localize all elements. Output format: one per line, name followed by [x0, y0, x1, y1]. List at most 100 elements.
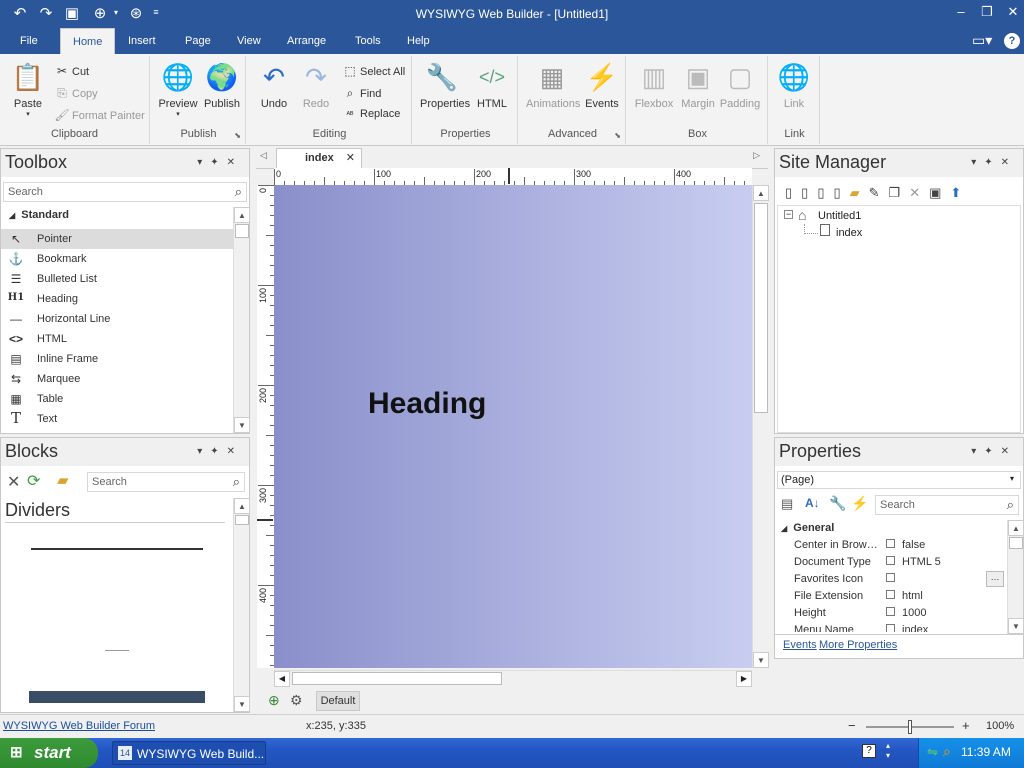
property-row[interactable]: File Extension html — [776, 588, 1006, 605]
page-canvas[interactable]: Heading — [274, 185, 752, 668]
dialog-launcher-icon[interactable]: ⬊ — [614, 131, 621, 140]
property-row[interactable]: Favorites Icon… — [776, 571, 1006, 588]
zoom-out-icon[interactable]: − — [848, 718, 856, 733]
blocks-scrollbar[interactable]: ▲ ▼ — [233, 498, 250, 712]
copy-button[interactable]: ⎘ Copy — [54, 86, 98, 101]
scroll-up-icon[interactable]: ▲ — [1008, 520, 1024, 536]
events-button[interactable]: ⚡ Events — [580, 60, 624, 110]
tab-scroll-left-icon[interactable]: ◁ — [260, 150, 267, 161]
toolbox-item-horizontal-line[interactable]: — Horizontal Line — [1, 309, 233, 329]
checkbox[interactable] — [886, 573, 895, 582]
properties-search-input[interactable]: Search ⌕ — [875, 495, 1019, 515]
animations-button[interactable]: ▦ Animations — [526, 60, 580, 110]
toolbox-item-inline-frame[interactable]: ▤ Inline Frame — [1, 349, 233, 369]
toolbox-item-marquee[interactable]: ⇆ Marquee — [1, 369, 233, 389]
minimize-icon[interactable]: – — [948, 4, 974, 19]
toolbox-item-pointer[interactable]: ↖ Pointer — [1, 229, 233, 249]
canvas-horizontal-scrollbar[interactable]: ◀ ▶ — [274, 670, 752, 687]
search-icon[interactable]: ⌕ — [233, 474, 240, 490]
zoom-slider-thumb[interactable] — [908, 720, 912, 734]
add-page-icon[interactable]: ⊕ — [268, 692, 280, 709]
events-link[interactable]: Events — [783, 639, 817, 651]
properties-button[interactable]: 🔧 Properties — [420, 60, 470, 110]
duplicate-page-icon[interactable]: ▯ — [817, 185, 833, 200]
heading-element[interactable]: Heading — [368, 387, 486, 421]
find-button[interactable]: ⌕ Find — [342, 86, 382, 101]
replace-button[interactable]: ᴬᴮ Replace — [342, 108, 401, 120]
undo-button[interactable]: ↶ Undo — [252, 60, 296, 110]
edit-page-icon[interactable]: ✎ — [869, 185, 889, 200]
scroll-thumb[interactable] — [235, 224, 249, 238]
flexbox-button[interactable]: ▥ Flexbox — [632, 60, 676, 110]
toolbox-item-text[interactable]: T Text — [1, 409, 233, 429]
scroll-down-icon[interactable]: ▼ — [753, 652, 769, 668]
close-tab-icon[interactable]: ✕ — [346, 151, 355, 164]
lightning-icon[interactable]: ⚡ — [851, 495, 868, 512]
help-icon[interactable]: ? — [1004, 33, 1020, 49]
html-button[interactable]: </> HTML — [470, 60, 514, 110]
delete-icon[interactable]: ✕ — [7, 472, 20, 492]
padding-button[interactable]: ▢ Padding — [718, 60, 762, 110]
taskbar-item-wysiwyg[interactable]: 14 WYSIWYG Web Build... — [112, 741, 266, 765]
object-selector[interactable]: (Page) ▾ — [777, 471, 1021, 489]
zoom-slider[interactable] — [866, 720, 954, 734]
network-icon[interactable]: ⇋ — [927, 744, 938, 760]
toolbox-category[interactable]: ◢ Standard — [9, 209, 69, 221]
scroll-right-icon[interactable]: ▶ — [736, 671, 752, 687]
section-general[interactable]: ◢ General — [781, 522, 834, 534]
toolbox-item-heading[interactable]: H1 Heading — [1, 289, 233, 309]
panel-controls[interactable]: ▾✦✕ — [197, 157, 243, 168]
browse-button[interactable]: … — [986, 571, 1004, 587]
checkbox[interactable] — [886, 624, 895, 632]
tab-insert[interactable]: Insert — [128, 35, 156, 47]
format-painter-button[interactable]: 🖌 Format Painter — [54, 108, 144, 122]
checkbox[interactable] — [886, 539, 895, 548]
new-page-from-template-icon[interactable]: ▯ — [801, 185, 817, 200]
page-link-icon[interactable]: ▯ — [833, 185, 849, 200]
wrench-icon[interactable]: 🔧 — [829, 495, 846, 512]
refresh-icon[interactable]: ⟳ — [27, 471, 40, 491]
move-up-icon[interactable]: ⬆ — [950, 185, 970, 200]
site-page-node[interactable]: index — [836, 227, 862, 239]
property-row[interactable]: Document Type HTML 5 — [776, 554, 1006, 571]
tab-scroll-right-icon[interactable]: ▷ — [753, 150, 760, 161]
tab-tools[interactable]: Tools — [355, 35, 381, 47]
categorized-icon[interactable]: ▤ — [781, 496, 793, 512]
checkbox[interactable] — [886, 590, 895, 599]
window-layout-icon[interactable]: ▭▾ — [972, 32, 992, 49]
scroll-thumb[interactable] — [754, 203, 768, 413]
panel-controls[interactable]: ▾✦✕ — [197, 446, 243, 457]
page-settings-icon[interactable]: ⚙ — [290, 692, 303, 709]
checkbox[interactable] — [886, 556, 895, 565]
tab-home[interactable]: Home — [60, 28, 116, 55]
scroll-up-icon[interactable]: ▲ — [234, 207, 250, 223]
search-icon[interactable]: ⌕ — [1007, 497, 1014, 513]
arrows-icon[interactable]: ▴ ▾ — [886, 741, 890, 761]
scroll-left-icon[interactable]: ◀ — [274, 671, 290, 687]
toolbox-search-input[interactable]: Search ⌕ — [3, 182, 247, 202]
redo-button[interactable]: ↷ Redo — [294, 60, 338, 110]
blocks-search-input[interactable]: Search ⌕ — [87, 472, 245, 492]
sort-alpha-icon[interactable]: A↓ — [805, 496, 820, 510]
publish-button[interactable]: 🌍 Publish — [200, 60, 244, 110]
scroll-down-icon[interactable]: ▼ — [234, 417, 250, 433]
page-properties-icon[interactable]: ▣ — [929, 185, 950, 200]
site-root-node[interactable]: Untitled1 — [818, 210, 861, 222]
scroll-down-icon[interactable]: ▼ — [234, 696, 250, 712]
tab-default-layout[interactable]: Default — [316, 691, 360, 711]
copy-icon[interactable]: ❐ — [889, 185, 910, 200]
document-tab[interactable]: index ✕ — [276, 148, 362, 168]
scroll-up-icon[interactable]: ▲ — [753, 185, 769, 201]
search-icon[interactable]: ⌕ — [943, 743, 951, 760]
tab-page[interactable]: Page — [185, 35, 211, 47]
more-properties-link[interactable]: More Properties — [819, 639, 897, 651]
scroll-up-icon[interactable]: ▲ — [234, 498, 250, 514]
divider-block-preview[interactable] — [29, 691, 205, 703]
restore-icon[interactable]: ❐ — [974, 4, 1000, 20]
scroll-thumb[interactable] — [235, 515, 249, 525]
property-row[interactable]: Height 1000 — [776, 605, 1006, 622]
margin-button[interactable]: ▣ Margin — [676, 60, 720, 110]
toolbox-scrollbar[interactable]: ▲ ▼ — [233, 207, 250, 433]
panel-controls[interactable]: ▾✦✕ — [971, 157, 1017, 168]
tab-arrange[interactable]: Arrange — [287, 35, 326, 47]
